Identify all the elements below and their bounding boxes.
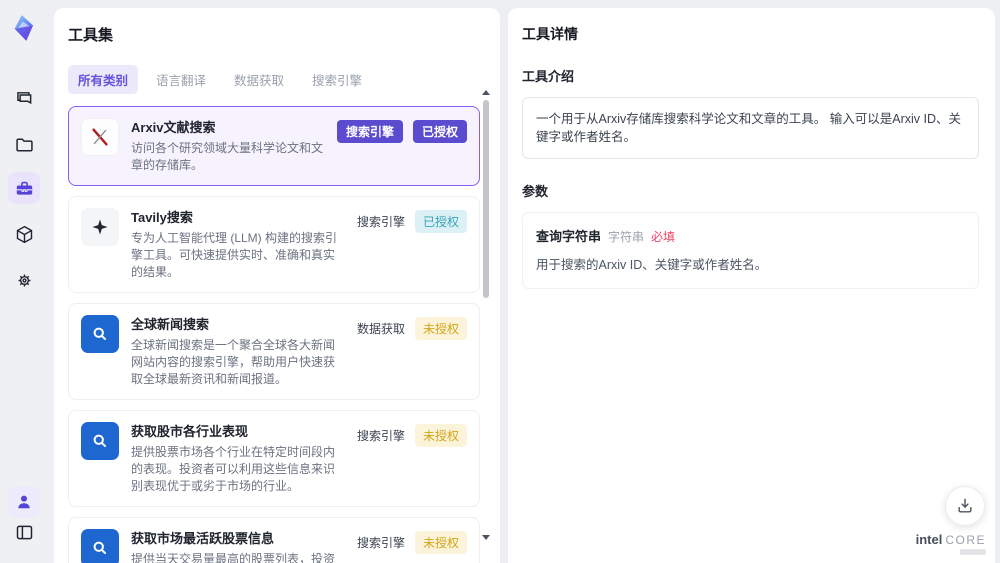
tool-list-panel: 工具集 所有类别 语言翻译 数据获取 搜索引擎 Arxiv文献搜索 访问各个研究… [54, 8, 500, 563]
download-button[interactable] [945, 486, 985, 526]
tab-language-translation[interactable]: 语言翻译 [146, 65, 216, 94]
logo-icon [14, 15, 34, 41]
tool-card-most-active-stocks[interactable]: 获取市场最活跃股票信息 提供当天交易量最高的股票列表，投资者可以利用这些信息来识… [68, 517, 480, 563]
scrollbar-down-arrow[interactable] [482, 535, 490, 540]
tool-card-sector-performance[interactable]: 获取股市各行业表现 提供股票市场各个行业在特定时间段内的表现。投资者可以利用这些… [68, 410, 480, 507]
auth-badge: 未授权 [414, 423, 467, 447]
tool-list: Arxiv文献搜索 访问各个研究领域大量科学论文和文章的存储库。 搜索引擎 已授… [68, 106, 480, 563]
sidebar-item-files[interactable] [8, 128, 40, 160]
tool-name: 获取股市各行业表现 [131, 424, 249, 439]
auth-badge: 已授权 [414, 209, 467, 233]
auth-badge: 未授权 [414, 530, 467, 554]
toolbox-icon [16, 181, 32, 195]
detail-title: 工具详情 [522, 26, 578, 42]
tool-detail-panel: 工具详情 工具介绍 一个用于从Arxiv存储库搜索科学论文和文章的工具。 输入可… [508, 8, 995, 563]
intro-heading: 工具介绍 [522, 69, 575, 84]
intel-wordmark: intel [915, 532, 943, 547]
tool-description: 专为人工智能代理 (LLM) 构建的搜索引擎工具。可快速提供实时、准确和真实的结… [131, 231, 338, 279]
category-badge: 搜索引擎 [336, 119, 403, 143]
app-sidebar [0, 0, 48, 563]
scrollbar-thumb[interactable] [483, 100, 489, 298]
params-heading: 参数 [522, 184, 549, 199]
tool-description: 提供股票市场各个行业在特定时间段内的表现。投资者可以利用这些信息来识别表现优于或… [131, 445, 336, 493]
category-label: 搜索引擎 [356, 535, 405, 550]
intel-core-logo: intel CORE [916, 532, 986, 555]
tool-name: Arxiv文献搜索 [131, 120, 216, 135]
tool-intro-text: 一个用于从Arxiv存储库搜索科学论文和文章的工具。 输入可以是Arxiv ID… [522, 97, 979, 159]
param-name: 查询字符串 [536, 229, 602, 244]
param-description: 用于搜索的Arxiv ID、关键字或作者姓名。 [536, 258, 768, 272]
tavily-icon [81, 208, 119, 246]
auth-badge: 已授权 [412, 119, 467, 143]
chat-icon [16, 91, 31, 104]
sidebar-item-packages[interactable] [8, 218, 40, 250]
sidebar-item-panel-toggle[interactable] [8, 516, 40, 548]
tab-search-engine[interactable]: 搜索引擎 [302, 65, 372, 94]
tool-card-tavily[interactable]: Tavily搜索 专为人工智能代理 (LLM) 构建的搜索引擎工具。可快速提供实… [68, 196, 480, 293]
news-search-icon [81, 529, 119, 563]
cube-icon [16, 225, 32, 243]
tool-description: 全球新闻搜索是一个聚合全球各大新闻网站内容的搜索引擎，帮助用户快速获取全球最新资… [131, 338, 336, 386]
panel-toggle-icon [16, 525, 32, 539]
download-icon [958, 498, 972, 513]
param-type: 字符串 [608, 230, 645, 244]
tool-description: 提供当天交易量最高的股票列表，投资者可以利用这些信息来识别流动性强的股票和潜在的… [131, 552, 336, 563]
tool-name: 获取市场最活跃股票信息 [131, 531, 275, 546]
sidebar-item-profile[interactable] [8, 486, 40, 518]
category-label: 数据获取 [356, 321, 405, 336]
tab-data-acquisition[interactable]: 数据获取 [224, 65, 294, 94]
tool-name: 全球新闻搜索 [131, 317, 210, 332]
scrollbar-up-arrow[interactable] [482, 90, 490, 95]
sidebar-item-toolbox[interactable] [8, 172, 40, 204]
tool-description: 访问各个研究领域大量科学论文和文章的存储库。 [131, 141, 324, 172]
parameter-item: 查询字符串 字符串 必填 用于搜索的Arxiv ID、关键字或作者姓名。 [522, 212, 979, 289]
gear-icon [18, 274, 30, 286]
intel-logo-sub-mark [960, 549, 986, 555]
tab-all-categories[interactable]: 所有类别 [68, 65, 139, 94]
category-label: 搜索引擎 [356, 214, 405, 229]
page-title: 工具集 [68, 27, 114, 44]
sidebar-item-chat[interactable] [8, 82, 40, 114]
user-icon [18, 495, 30, 509]
tool-card-global-news-search[interactable]: 全球新闻搜索 全球新闻搜索是一个聚合全球各大新闻网站内容的搜索引擎，帮助用户快速… [68, 303, 480, 400]
category-tabs: 所有类别 语言翻译 数据获取 搜索引擎 [68, 65, 486, 94]
news-search-icon [81, 315, 119, 353]
sidebar-item-settings[interactable] [8, 264, 40, 296]
auth-badge: 未授权 [414, 316, 467, 340]
arxiv-icon [81, 118, 119, 156]
news-search-icon [81, 422, 119, 460]
category-label: 搜索引擎 [356, 428, 405, 443]
param-required-flag: 必填 [651, 230, 676, 244]
folder-icon [15, 138, 33, 152]
core-wordmark: CORE [945, 533, 986, 547]
tool-card-arxiv[interactable]: Arxiv文献搜索 访问各个研究领域大量科学论文和文章的存储库。 搜索引擎 已授… [68, 106, 480, 186]
app-logo [8, 12, 40, 44]
tool-name: Tavily搜索 [131, 210, 193, 225]
